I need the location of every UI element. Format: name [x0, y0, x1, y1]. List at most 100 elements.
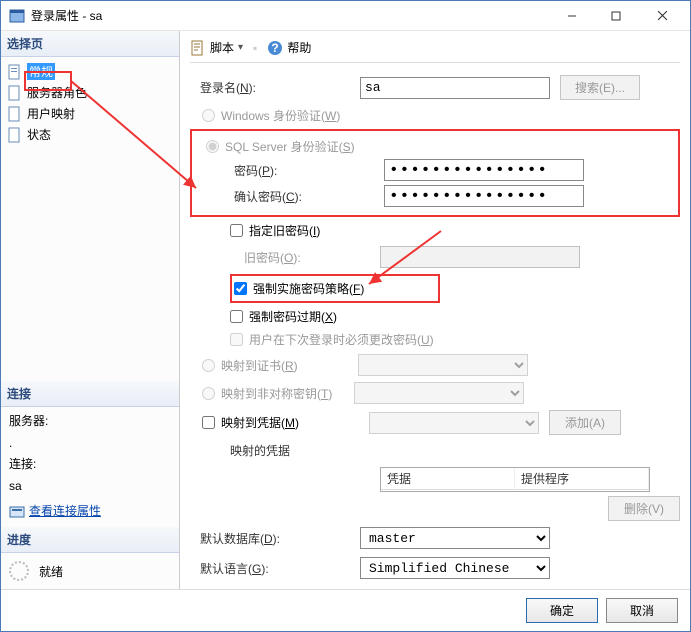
enforce-policy-label: 强制实施密码策略(F) — [253, 280, 364, 297]
map-cred-checkbox[interactable]: 映射到凭据(M) 添加(A) — [202, 410, 680, 435]
default-db-select[interactable]: master — [360, 527, 550, 549]
windows-auth-label: Windows 身份验证(W) — [221, 107, 340, 124]
page-icon — [7, 85, 23, 101]
enforce-expire-checkbox[interactable]: 强制密码过期(X) — [230, 308, 680, 325]
left-pane: 选择页 常规 服务器角色 用户映射 状态 — [1, 31, 180, 589]
content-area: 选择页 常规 服务器角色 用户映射 状态 — [1, 31, 690, 589]
help-button[interactable]: ? 帮助 — [267, 39, 311, 56]
sql-auth-radio-input — [206, 140, 219, 153]
window-icon — [9, 8, 25, 24]
login-name-input[interactable] — [360, 77, 550, 99]
connection-body: 服务器: . 连接: sa 查看连接属性 — [1, 407, 179, 527]
page-icon — [7, 64, 23, 80]
map-cred-select — [369, 412, 539, 434]
enforce-expire-checkbox-input[interactable] — [230, 310, 243, 323]
specify-old-checkbox-input[interactable] — [230, 224, 243, 237]
login-name-label: 登录名(N): — [190, 79, 360, 96]
titlebar: 登录属性 - sa — [1, 1, 690, 31]
old-password-input — [380, 246, 580, 268]
nav-label: 状态 — [27, 126, 51, 143]
default-lang-row: 默认语言(G): Simplified Chinese — [190, 557, 680, 579]
default-db-row: 默认数据库(D): master — [190, 527, 680, 549]
map-cert-select — [358, 354, 528, 376]
connection-section: 连接 服务器: . 连接: sa 查看连接属性 进度 就绪 — [1, 381, 179, 589]
nav-general[interactable]: 常规 — [3, 61, 177, 82]
progress-body: 就绪 — [1, 553, 179, 589]
old-password-label: 旧密码(O): — [190, 249, 380, 266]
confirm-password-label: 确认密码(C): — [194, 188, 384, 205]
enforce-policy-checkbox[interactable]: 强制实施密码策略(F) — [230, 274, 440, 303]
progress-spinner-icon — [9, 561, 29, 581]
sql-auth-highlight: SQL Server 身份验证(S) 密码(P): 确认密码(C): — [190, 129, 680, 217]
script-label: 脚本 — [210, 39, 234, 56]
specify-old-label: 指定旧密码(I) — [249, 222, 320, 239]
script-button[interactable]: 脚本 — [190, 39, 243, 56]
map-cert-radio: 映射到证书(R) — [202, 354, 680, 376]
nav-label: 用户映射 — [27, 105, 75, 122]
default-db-label: 默认数据库(D): — [190, 530, 360, 547]
confirm-password-input[interactable] — [384, 185, 584, 207]
svg-text:?: ? — [272, 41, 279, 55]
map-cert-radio-input — [202, 359, 215, 372]
right-pane: 脚本 ▪ ? 帮助 登录名(N): 搜索(E)... Windows 身份验证(… — [180, 31, 690, 589]
connection-header: 连接 — [1, 381, 179, 407]
map-asym-radio: 映射到非对称密钥(T) — [202, 382, 680, 404]
window-title: 登录属性 - sa — [31, 7, 550, 24]
enforce-expire-label: 强制密码过期(X) — [249, 308, 337, 325]
map-cred-label: 映射到凭据(M) — [221, 414, 299, 431]
password-row: 密码(P): — [194, 159, 676, 181]
close-button[interactable] — [638, 1, 686, 31]
enforce-policy-checkbox-input[interactable] — [234, 282, 247, 295]
mapped-creds-label: 映射的凭据 — [190, 442, 380, 459]
nav-status[interactable]: 状态 — [3, 124, 177, 145]
nav-label: 常规 — [27, 63, 55, 80]
map-asym-select — [354, 382, 524, 404]
maximize-button[interactable] — [594, 1, 638, 31]
conn-value: sa — [9, 476, 171, 498]
login-properties-window: 登录属性 - sa 选择页 常规 服务器角色 用户映射 — [0, 0, 691, 632]
help-icon: ? — [267, 40, 283, 56]
map-asym-radio-input — [202, 387, 215, 400]
must-change-checkbox: 用户在下次登录时必须更改密码(U) — [230, 331, 680, 348]
mapped-creds-header: 凭据 提供程序 — [381, 468, 649, 490]
password-label: 密码(P): — [194, 162, 384, 179]
col-provider: 提供程序 — [515, 468, 649, 489]
sql-auth-radio: SQL Server 身份验证(S) — [206, 138, 676, 155]
remove-button: 删除(V) — [608, 496, 680, 521]
script-icon — [190, 40, 206, 56]
page-icon — [7, 106, 23, 122]
search-button: 搜索(E)... — [560, 75, 640, 100]
add-button: 添加(A) — [549, 410, 621, 435]
mapped-creds-grid[interactable]: 凭据 提供程序 — [380, 467, 650, 492]
map-cred-checkbox-input[interactable] — [202, 416, 215, 429]
select-page-header: 选择页 — [1, 31, 179, 57]
mapped-creds-row: 映射的凭据 — [190, 442, 680, 459]
windows-auth-radio-input — [202, 109, 215, 122]
ok-button[interactable]: 确定 — [526, 598, 598, 623]
nav-server-roles[interactable]: 服务器角色 — [3, 82, 177, 103]
view-connection-props-link[interactable]: 查看连接属性 — [29, 501, 101, 523]
server-label: 服务器: — [9, 411, 171, 433]
nav-user-mapping[interactable]: 用户映射 — [3, 103, 177, 124]
progress-status: 就绪 — [39, 563, 63, 580]
conn-label: 连接: — [9, 454, 171, 476]
connection-props-icon — [9, 504, 25, 520]
cancel-button[interactable]: 取消 — [606, 598, 678, 623]
toolbar: 脚本 ▪ ? 帮助 — [190, 37, 680, 63]
specify-old-checkbox[interactable]: 指定旧密码(I) — [230, 222, 680, 239]
map-cert-label: 映射到证书(R) — [221, 357, 298, 374]
default-lang-label: 默认语言(G): — [190, 560, 360, 577]
default-lang-select[interactable]: Simplified Chinese — [360, 557, 550, 579]
progress-header: 进度 — [1, 527, 179, 553]
minimize-button[interactable] — [550, 1, 594, 31]
old-password-row: 旧密码(O): — [190, 246, 680, 268]
password-input[interactable] — [384, 159, 584, 181]
page-icon — [7, 127, 23, 143]
col-credential: 凭据 — [381, 468, 515, 489]
page-nav: 常规 服务器角色 用户映射 状态 — [1, 57, 179, 149]
map-asym-label: 映射到非对称密钥(T) — [221, 385, 332, 402]
confirm-password-row: 确认密码(C): — [194, 185, 676, 207]
nav-label: 服务器角色 — [27, 84, 87, 101]
login-name-row: 登录名(N): 搜索(E)... — [190, 75, 680, 100]
server-value: . — [9, 433, 171, 455]
